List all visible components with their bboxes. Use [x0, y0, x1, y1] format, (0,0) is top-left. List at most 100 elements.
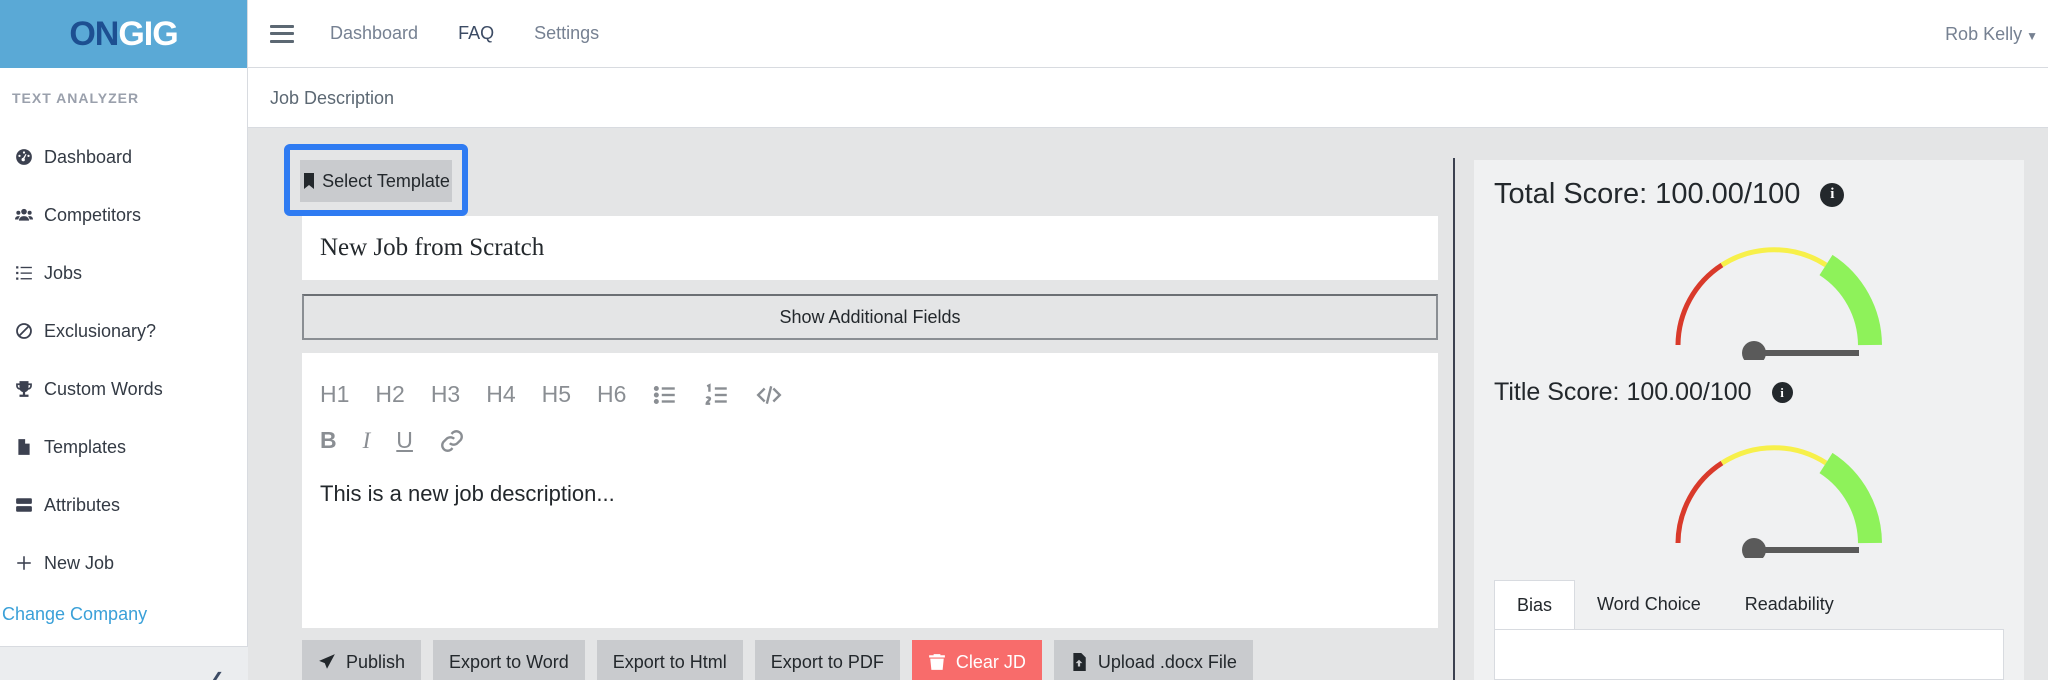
brand-logo[interactable]: ONGIG: [0, 0, 247, 68]
editor-toolbar-row-1: H1 H2 H3 H4 H5 H6: [320, 381, 808, 408]
file-icon: [14, 437, 34, 457]
change-company-link[interactable]: Change Company: [2, 604, 147, 625]
sidebar-item-label: Templates: [44, 436, 127, 457]
heading-6-button[interactable]: H6: [597, 381, 626, 408]
link-icon[interactable]: [439, 428, 465, 454]
gauge-high-arc: [1819, 254, 1882, 346]
gauge-low-arc: [1675, 262, 1724, 346]
gauge-low-arc: [1675, 460, 1724, 544]
file-upload-icon: [1073, 653, 1086, 671]
subheader: Job Description: [248, 68, 2048, 128]
sidebar: ONGIG TEXT ANALYZER Dashboard Competitor…: [0, 0, 248, 680]
title-score-label: Title Score: 100.00/100: [1494, 378, 1752, 406]
publish-button[interactable]: Publish: [302, 640, 422, 680]
sidebar-item-new-job[interactable]: New Job: [0, 534, 248, 592]
export-html-button[interactable]: Export to Html: [596, 640, 743, 680]
tab-bias[interactable]: Bias: [1494, 580, 1576, 629]
total-score-gauge: [1675, 247, 1882, 360]
nav-link-faq[interactable]: FAQ: [458, 23, 494, 44]
sidebar-item-competitors[interactable]: Competitors: [0, 186, 248, 244]
title-score-heading: Title Score: 100.00/100 i: [1494, 378, 1793, 407]
italic-button[interactable]: I: [363, 428, 371, 454]
gauge-mid-arc: [1720, 247, 1828, 268]
speedometer-icon: [14, 147, 34, 167]
sidebar-item-label: New Job: [44, 552, 115, 573]
tab-strip: Bias Word Choice Readability: [1494, 580, 2004, 630]
upload-docx-label: Upload .docx File: [1097, 651, 1237, 672]
nav-link-dashboard[interactable]: Dashboard: [330, 23, 418, 44]
code-icon[interactable]: [756, 382, 782, 408]
hamburger-menu-icon[interactable]: [270, 24, 294, 43]
sidebar-item-templates[interactable]: Templates: [0, 418, 248, 476]
title-score-gauge: [1675, 445, 1882, 558]
top-header: Dashboard FAQ Settings Rob Kelly ▼: [248, 0, 2048, 68]
analysis-tabs: Bias Word Choice Readability: [1494, 580, 2004, 680]
info-icon[interactable]: i: [1771, 382, 1793, 403]
clear-jd-button[interactable]: Clear JD: [911, 640, 1042, 680]
gauge-mid-arc: [1720, 445, 1828, 466]
action-buttons: Publish Export to Word Export to Html Ex…: [302, 640, 1265, 680]
heading-2-button[interactable]: H2: [375, 381, 404, 408]
main-content: Select Template Show Additional Fields H…: [248, 128, 2048, 680]
sidebar-item-exclusionary[interactable]: Exclusionary?: [0, 302, 248, 360]
heading-1-button[interactable]: H1: [320, 381, 349, 408]
show-additional-fields-button[interactable]: Show Additional Fields: [302, 294, 1438, 340]
upload-docx-button[interactable]: Upload .docx File: [1053, 640, 1253, 680]
top-nav: Dashboard FAQ Settings: [330, 23, 639, 44]
sidebar-item-label: Dashboard: [44, 146, 133, 167]
job-title-input[interactable]: [302, 216, 1438, 280]
plus-icon: [14, 553, 34, 573]
heading-4-button[interactable]: H4: [486, 381, 515, 408]
brand-text-gig: GIG: [118, 14, 178, 53]
tab-word-choice[interactable]: Word Choice: [1575, 580, 1723, 629]
tab-content: [1494, 630, 2004, 680]
ban-icon: [14, 321, 34, 341]
sidebar-item-label: Custom Words: [44, 378, 163, 399]
editor-toolbar-row-2: B I U: [320, 427, 491, 454]
sidebar-item-label: Competitors: [44, 204, 142, 225]
score-panel: Total Score: 100.00/100 i Title Score: 1…: [1474, 160, 2024, 680]
heading-5-button[interactable]: H5: [542, 381, 571, 408]
numbered-list-icon[interactable]: [704, 382, 730, 408]
total-score-label: Total Score: 100.00/100: [1494, 178, 1801, 210]
bullet-list-icon[interactable]: [652, 382, 678, 408]
clear-jd-label: Clear JD: [955, 651, 1026, 672]
underline-button[interactable]: U: [396, 427, 413, 454]
gauge-hub: [1742, 341, 1766, 360]
user-name: Rob Kelly: [1945, 24, 2023, 44]
people-icon: [14, 205, 34, 225]
sidebar-nav: Dashboard Competitors Jobs Exclusionary?…: [0, 128, 248, 592]
sidebar-item-dashboard[interactable]: Dashboard: [0, 128, 248, 186]
brand-text-on: ON: [69, 14, 119, 53]
caret-down-icon: ▼: [2026, 29, 2038, 43]
sidebar-item-attributes[interactable]: Attributes: [0, 476, 248, 534]
publish-label: Publish: [346, 651, 406, 672]
gauge-high-arc: [1819, 452, 1882, 544]
info-icon[interactable]: i: [1820, 182, 1845, 207]
total-score-heading: Total Score: 100.00/100 i: [1494, 178, 1845, 211]
sidebar-item-label: Jobs: [44, 262, 83, 283]
editor-body-text[interactable]: This is a new job description...: [320, 481, 615, 507]
select-template-button[interactable]: Select Template: [300, 160, 452, 202]
list-icon: [14, 263, 34, 283]
bookmark-icon: [304, 173, 315, 189]
bold-button[interactable]: B: [320, 427, 337, 454]
sidebar-item-custom-words[interactable]: Custom Words: [0, 360, 248, 418]
sidebar-section-title: TEXT ANALYZER: [12, 90, 140, 106]
select-template-label: Select Template: [322, 170, 450, 191]
nav-link-settings[interactable]: Settings: [534, 23, 599, 44]
gauge-hub: [1742, 538, 1766, 558]
sidebar-item-jobs[interactable]: Jobs: [0, 244, 248, 302]
rich-text-editor: H1 H2 H3 H4 H5 H6 B I U This is a new jo…: [302, 353, 1438, 628]
sidebar-minimize-icon[interactable]: ❮: [211, 669, 224, 680]
tab-readability[interactable]: Readability: [1723, 580, 1856, 629]
breadcrumb: Job Description: [270, 88, 395, 108]
user-menu[interactable]: Rob Kelly ▼: [1945, 24, 2038, 45]
export-word-button[interactable]: Export to Word: [433, 640, 585, 680]
heading-3-button[interactable]: H3: [431, 381, 460, 408]
export-pdf-button[interactable]: Export to PDF: [754, 640, 900, 680]
sidebar-footer: ❮: [0, 646, 248, 680]
paper-plane-icon: [319, 654, 335, 669]
sidebar-item-label: Exclusionary?: [44, 320, 157, 341]
trash-icon: [928, 654, 945, 670]
